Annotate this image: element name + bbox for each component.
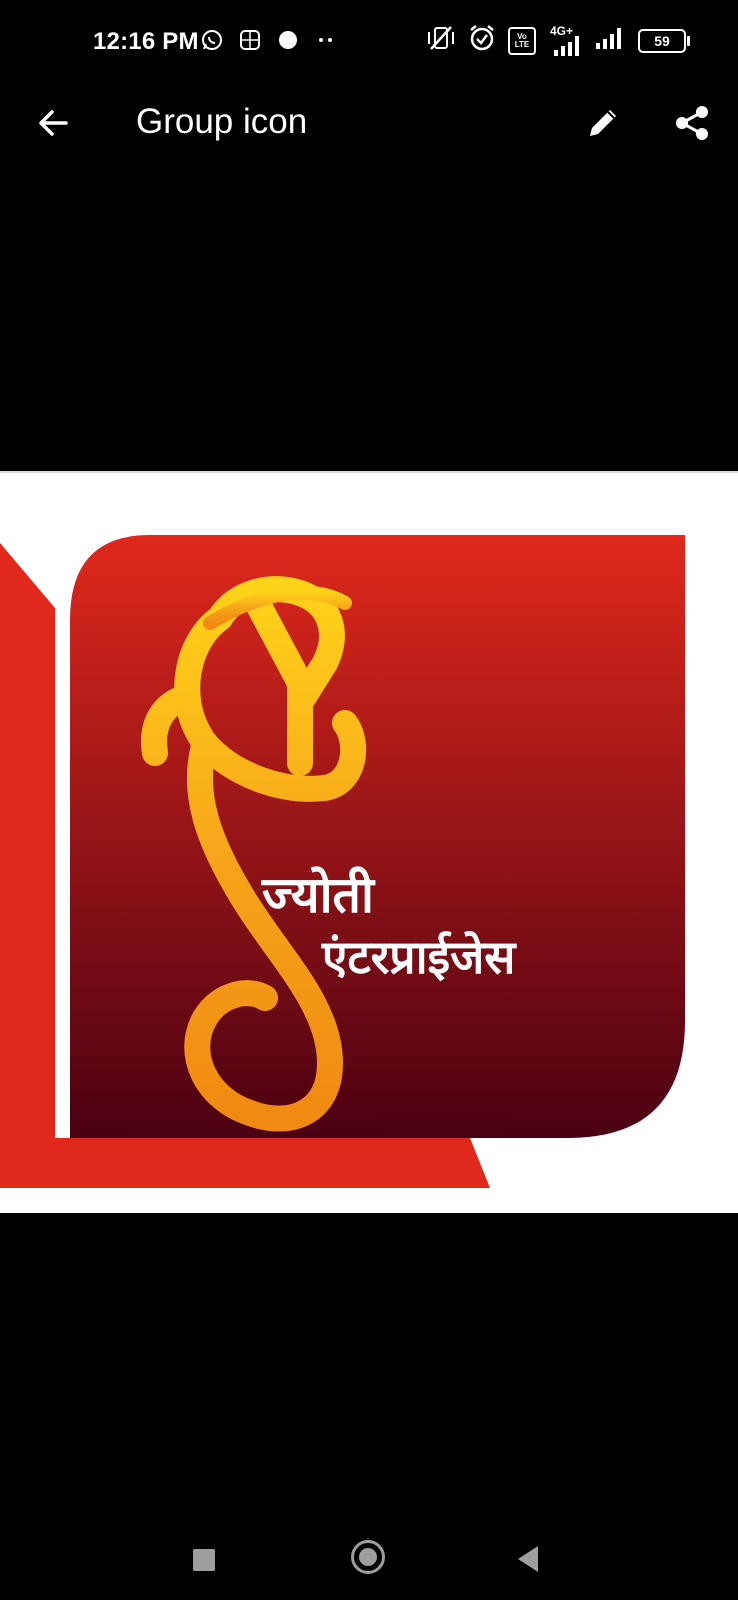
- logo-line-1: ज्योती: [262, 866, 374, 924]
- system-back-button[interactable]: [518, 1546, 538, 1572]
- status-time: 12:16 PM: [93, 28, 199, 55]
- volte-icon: Vo LTE: [508, 26, 536, 55]
- share-icon: [676, 106, 708, 140]
- app-bar: Group icon: [0, 86, 738, 160]
- battery-level: 59: [654, 32, 670, 49]
- more-dots-icon: [314, 28, 338, 57]
- page-title: Group icon: [136, 102, 308, 141]
- maroon-panel: [70, 535, 685, 1138]
- back-button[interactable]: [30, 100, 76, 146]
- status-bar: 12:16 PM Vo LTE 4G+ 59: [0, 0, 738, 86]
- status-left-icons: [200, 28, 338, 57]
- dot-icon: [276, 28, 300, 57]
- group-icon-image[interactable]: ज्योती एंटरप्राईजेस: [0, 473, 738, 1213]
- navigation-bar: [0, 1520, 738, 1600]
- alarm-icon: [468, 24, 496, 57]
- arrow-left-icon: [39, 110, 68, 136]
- logo-artwork: [0, 535, 685, 1188]
- signal-icon: [596, 27, 626, 54]
- sim-app-icon: [238, 28, 262, 57]
- logo-line-2: एंटरप्राईजेस: [322, 930, 516, 984]
- home-button[interactable]: [351, 1540, 385, 1574]
- edit-button[interactable]: [580, 100, 626, 146]
- vibrate-off-icon: [426, 24, 456, 57]
- share-button[interactable]: [670, 100, 716, 146]
- signal-4g-icon: 4G+: [548, 24, 584, 56]
- recents-button[interactable]: [193, 1549, 215, 1571]
- pencil-icon: [590, 110, 616, 136]
- battery-icon: 59: [638, 28, 690, 53]
- whatsapp-icon: [200, 28, 224, 57]
- status-right-icons: Vo LTE 4G+ 59: [426, 24, 690, 57]
